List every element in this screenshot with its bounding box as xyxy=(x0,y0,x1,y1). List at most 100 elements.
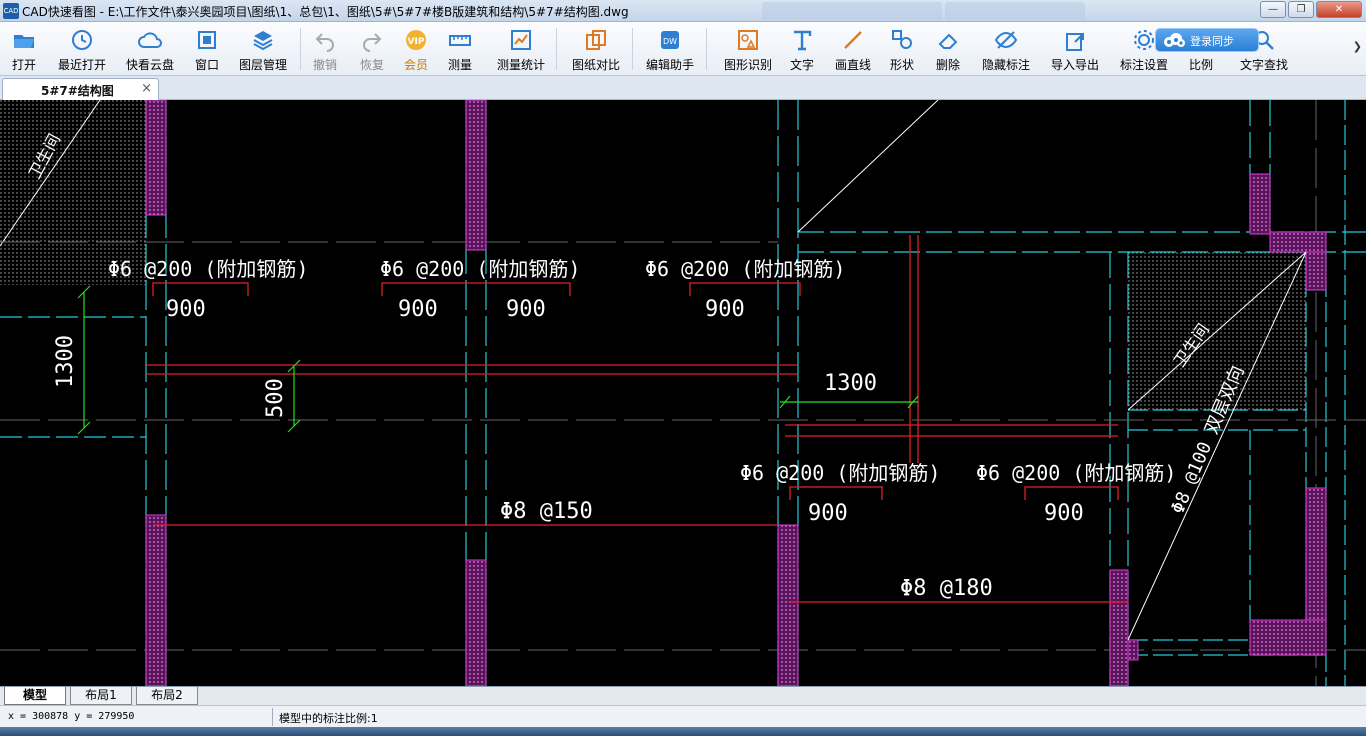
toolbar-button-7[interactable]: 恢复 xyxy=(354,24,390,74)
toolbar-button-16[interactable]: 形状 xyxy=(884,24,920,74)
toolbar-button-label: 编辑助手 xyxy=(645,58,694,72)
toolbar-button-label: 删除 xyxy=(935,58,960,72)
dimension-text: 1300 xyxy=(53,335,78,388)
rebar-label: Φ6 @200 (附加钢筋) xyxy=(740,461,940,485)
layout-tab-layout1[interactable]: 布局1 xyxy=(70,687,132,705)
toolbar-button-18[interactable]: 隐藏标注 xyxy=(976,24,1036,74)
window-title: CAD快速看图 - E:\工作文件\泰兴奥园项目\图纸\1、总包\1、图纸\5#… xyxy=(22,5,629,19)
toolbar-button-label: 画直线 xyxy=(834,58,871,72)
dimension-text: 900 xyxy=(808,501,848,526)
compare-icon xyxy=(586,30,606,50)
toolbar-button-label: 图纸对比 xyxy=(571,58,620,72)
toolbar-button-10[interactable]: 测量统计 xyxy=(490,24,552,74)
annotation-settings-icon xyxy=(1134,30,1154,50)
measure-stats-icon xyxy=(511,30,531,50)
background-window-tab[interactable] xyxy=(945,2,1085,20)
toolbar-button-5[interactable]: 图层管理 xyxy=(234,24,292,74)
toolbar-button-9[interactable]: 测量 xyxy=(442,24,478,74)
toolbar-separator xyxy=(300,28,301,70)
toolbar-button-6[interactable]: 撤销 xyxy=(307,24,343,74)
folder-open-icon xyxy=(14,35,34,48)
rebar-lines xyxy=(146,235,1128,603)
clock-icon xyxy=(72,30,92,50)
toolbar-button-label: 形状 xyxy=(889,58,914,72)
edit-assistant-icon: DW xyxy=(661,31,679,49)
layout-tab-bar: 模型 布局1 布局2 xyxy=(0,686,1366,705)
toolbar-button-label: 导入导出 xyxy=(1050,58,1099,72)
vip-icon: VIP xyxy=(406,30,426,50)
main-toolbar: 打开 最近打开 快看云盘 窗口 图层管理 撤销 恢复 VIP 会员 测量 测量统计 图纸对比 DW 编辑助… xyxy=(0,22,1366,76)
maximize-button[interactable]: ❐ xyxy=(1288,1,1314,18)
toolbar-button-label: 图形识别 xyxy=(723,58,772,72)
toolbar-separator xyxy=(556,28,557,70)
toolbar-button-label: 标注设置 xyxy=(1119,58,1168,72)
toolbar-button-label: 文字查找 xyxy=(1239,58,1288,72)
layers-icon xyxy=(253,31,273,51)
toolbar-button-label: 撤销 xyxy=(312,58,337,72)
toolbar-button-13[interactable]: 图形识别 xyxy=(716,24,780,74)
cloud-badge-text: 登录同步 xyxy=(1190,35,1234,48)
cloud-icon xyxy=(138,32,162,48)
toolbar-button-4[interactable]: 窗口 xyxy=(190,24,224,74)
status-divider xyxy=(272,708,273,726)
rebar-main-label: Φ8 @150 xyxy=(500,499,593,524)
toolbar-button-label: 比例 xyxy=(1188,58,1213,72)
ruler-icon xyxy=(449,35,471,46)
eye-hide-icon xyxy=(994,31,1018,49)
layout-tab-layout2[interactable]: 布局2 xyxy=(136,687,198,705)
cloud-login-badge[interactable]: 登录同步 xyxy=(1155,28,1259,52)
rebar-label: Φ6 @200 (附加钢筋) xyxy=(108,257,308,281)
toolbar-button-2[interactable]: 最近打开 xyxy=(52,24,112,74)
layout-tab-model[interactable]: 模型 xyxy=(4,687,66,705)
eraser-icon xyxy=(938,33,958,49)
toolbar-button-8[interactable]: VIP 会员 xyxy=(398,24,434,74)
cad-viewer-window: CAD CAD快速看图 - E:\工作文件\泰兴奥园项目\图纸\1、总包\1、图… xyxy=(0,0,1366,736)
document-tab[interactable]: 5#7#结构图 × xyxy=(2,78,159,100)
dimension-text: 500 xyxy=(263,378,288,418)
rebar-label: Φ6 @200 (附加钢筋) xyxy=(380,257,580,281)
toolbar-button-1[interactable]: 打开 xyxy=(6,24,42,74)
toolbar-button-15[interactable]: 画直线 xyxy=(828,24,878,74)
line-icon xyxy=(844,31,862,49)
toolbar-separator xyxy=(632,28,633,70)
toolbar-button-17[interactable]: 删除 xyxy=(930,24,966,74)
shape-icon xyxy=(892,30,912,49)
toolbar-button-label: 文字 xyxy=(789,58,814,72)
close-button[interactable]: ✕ xyxy=(1316,1,1362,18)
toolbar-button-label: 图层管理 xyxy=(238,58,287,72)
toolbar-button-label: 打开 xyxy=(11,58,36,72)
cloud-sync-icon xyxy=(1164,33,1185,47)
toolbar-button-14[interactable]: 文字 xyxy=(784,24,820,74)
toolbar-button-11[interactable]: 图纸对比 xyxy=(566,24,626,74)
dimension-text: 900 xyxy=(1044,501,1084,526)
close-tab-icon[interactable]: × xyxy=(141,81,152,96)
toolbar-button-3[interactable]: 快看云盘 xyxy=(120,24,180,74)
drawing-canvas[interactable]: 卫生间 卫生间 Φ6 @200 (附加钢筋) Φ6 @200 (附加钢筋) Φ6… xyxy=(0,100,1366,686)
toolbar-button-19[interactable]: 导入导出 xyxy=(1044,24,1106,74)
dimension-text: 900 xyxy=(398,297,438,322)
dimension-text: 900 xyxy=(506,297,546,322)
dimension-text: 1300 xyxy=(824,371,877,396)
annotation-scale-note: 模型中的标注比例:1 xyxy=(279,712,378,725)
toolbar-button-label: 恢复 xyxy=(359,58,384,72)
toolbar-button-label: 隐藏标注 xyxy=(981,58,1030,72)
rebar-main-label: Φ8 @180 xyxy=(900,576,993,601)
app-logo-icon: CAD xyxy=(3,3,19,19)
svg-text:VIP: VIP xyxy=(408,37,425,47)
toolbar-button-label: 会员 xyxy=(403,58,428,72)
toolbar-button-label: 测量 xyxy=(447,58,472,72)
svg-text:DW: DW xyxy=(663,37,677,46)
toolbar-scroll-arrow-icon[interactable]: ❯ xyxy=(1353,40,1362,53)
minimize-button[interactable]: — xyxy=(1260,1,1286,18)
cad-drawing: 卫生间 卫生间 Φ6 @200 (附加钢筋) Φ6 @200 (附加钢筋) Φ6… xyxy=(0,100,1366,686)
background-window-tab[interactable] xyxy=(762,2,942,20)
window-icon xyxy=(198,31,216,49)
import-export-icon xyxy=(1066,33,1084,51)
toolbar-button-12[interactable]: DW 编辑助手 xyxy=(640,24,700,74)
text-icon xyxy=(794,30,812,51)
annotations: 卫生间 卫生间 Φ6 @200 (附加钢筋) Φ6 @200 (附加钢筋) Φ6… xyxy=(25,131,1249,601)
rebar-label: Φ6 @200 (附加钢筋) xyxy=(976,461,1176,485)
title-bar: CAD CAD快速看图 - E:\工作文件\泰兴奥园项目\图纸\1、总包\1、图… xyxy=(0,0,1366,22)
rebar-label: Φ6 @200 (附加钢筋) xyxy=(645,257,845,281)
document-tab-label: 5#7#结构图 xyxy=(41,84,114,98)
